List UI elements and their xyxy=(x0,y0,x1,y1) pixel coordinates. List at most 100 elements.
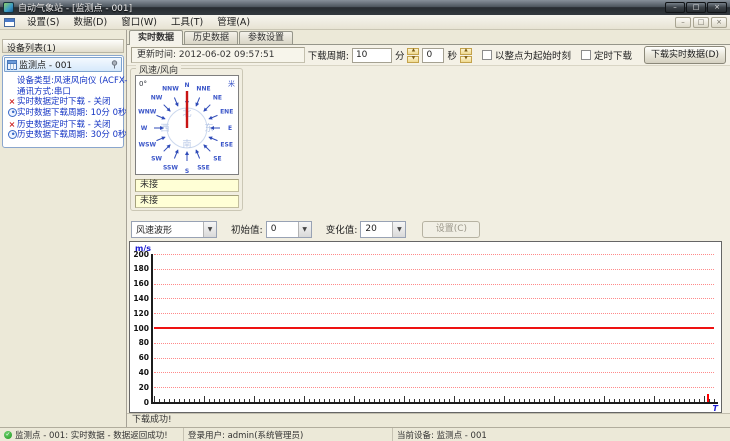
minutes-unit-label: 分 xyxy=(394,51,405,62)
success-check-icon: ✓ xyxy=(4,430,12,439)
x-axis-tick xyxy=(629,399,630,402)
main-area: 实时数据 历史数据 参数设置 更新时间: 2012-06-02 09:57:51… xyxy=(127,30,730,427)
menu-settings[interactable]: 设置(S) xyxy=(20,16,66,29)
maximize-button[interactable]: □ xyxy=(686,2,706,13)
y-axis-tick-label: 20 xyxy=(138,382,149,392)
x-axis-tick xyxy=(644,399,645,402)
y-axis-tick-label: 60 xyxy=(138,353,149,363)
disabled-x-icon: × xyxy=(8,97,16,106)
titlebar: 自动气象站 - [监测点 - 001] – □ × xyxy=(0,0,730,15)
settings-button-disabled: 设置(C) xyxy=(422,220,481,238)
y-axis-tick-label: 80 xyxy=(138,338,149,348)
chart-gridline xyxy=(154,313,714,315)
x-axis-tick xyxy=(499,399,500,402)
scheduled-download-checkbox[interactable]: 定时下载 xyxy=(580,48,632,62)
x-axis-tick xyxy=(544,399,545,402)
x-axis-tick xyxy=(239,399,240,402)
minutes-stepper[interactable]: ▲ ▼ xyxy=(407,47,420,63)
x-axis-tick xyxy=(219,399,220,402)
statusbar: ✓ 监测点 - 001: 实时数据 - 数据返回成功! 登录用户: admin(… xyxy=(0,427,730,441)
x-axis-tick xyxy=(609,399,610,402)
chart-plot-area: m/s T 0 20 40 60 80 100 120 140 160 180 200 xyxy=(130,242,721,413)
scheduled-download-checkbox-box[interactable] xyxy=(580,50,591,60)
device-info-text: 实时数据下载周期: 10分 0秒 xyxy=(17,107,127,118)
device-tree-node[interactable]: 监测点 - 001 xyxy=(4,57,122,72)
mdi-close-button[interactable]: × xyxy=(711,16,727,28)
seconds-down-icon[interactable]: ▼ xyxy=(459,55,472,63)
x-axis-tick xyxy=(439,399,440,402)
minutes-down-icon[interactable]: ▼ xyxy=(407,55,420,63)
seconds-up-icon[interactable]: ▲ xyxy=(459,47,472,55)
x-axis-tick xyxy=(304,396,305,402)
time-axis-label: T xyxy=(712,404,718,413)
x-axis-tick xyxy=(524,399,525,402)
x-axis-tick xyxy=(434,399,435,402)
x-axis-tick xyxy=(444,399,445,402)
x-axis-tick xyxy=(449,399,450,402)
mdi-restore-button[interactable]: □ xyxy=(693,16,709,28)
x-axis-tick xyxy=(424,399,425,402)
minutes-input[interactable]: 10 xyxy=(351,47,392,63)
chevron-down-icon[interactable]: ▼ xyxy=(203,221,216,237)
status-user-section: 登录用户: admin(系统管理员) xyxy=(184,428,393,441)
compass-direction-label: NNW xyxy=(162,85,179,92)
update-time-box: 更新时间: 2012-06-02 09:57:51 xyxy=(131,47,305,63)
initial-value-select[interactable]: 0 ▼ xyxy=(265,220,312,238)
wind-speed-value-field: 未接 xyxy=(135,195,239,208)
x-axis-tick xyxy=(264,399,265,402)
seconds-stepper[interactable]: ▲ ▼ xyxy=(459,47,472,63)
compass-direction-arrow xyxy=(163,144,171,152)
x-axis-tick xyxy=(319,399,320,402)
chevron-down-icon[interactable]: ▼ xyxy=(297,221,311,237)
device-info-text: 历史数据下载周期: 30分 0秒 xyxy=(17,130,127,140)
tab-realtime-data[interactable]: 实时数据 xyxy=(129,30,184,45)
menu-window[interactable]: 窗口(W) xyxy=(114,16,164,29)
tab-history-data[interactable]: 历史数据 xyxy=(184,31,239,44)
x-axis-tick xyxy=(699,399,700,402)
x-axis-tick xyxy=(519,399,520,402)
close-button[interactable]: × xyxy=(707,2,727,13)
x-axis-tick xyxy=(384,399,385,402)
chart-gridline xyxy=(154,342,714,344)
x-axis-tick xyxy=(299,399,300,402)
device-info-text: 实时数据定时下载 - 关闭 xyxy=(17,97,111,107)
waveform-select[interactable]: 风速波形 ▼ xyxy=(131,220,217,238)
x-axis-tick xyxy=(529,399,530,402)
tab-parameter-settings[interactable]: 参数设置 xyxy=(239,31,294,44)
chevron-down-icon[interactable]: ▼ xyxy=(392,221,406,237)
menu-data[interactable]: 数据(D) xyxy=(66,16,114,29)
compass-direction-arrow xyxy=(195,149,201,159)
menu-admin[interactable]: 管理(A) xyxy=(210,16,257,29)
x-axis-tick xyxy=(409,399,410,402)
menu-tools[interactable]: 工具(T) xyxy=(164,16,210,29)
compass-direction-label: ENE xyxy=(220,109,233,116)
logged-in-user-text: 登录用户: admin(系统管理员) xyxy=(188,430,304,441)
clock-icon xyxy=(7,108,17,120)
x-axis-tick xyxy=(279,399,280,402)
x-axis-tick xyxy=(479,399,480,402)
x-axis-tick xyxy=(189,399,190,402)
x-axis-tick xyxy=(619,399,620,402)
download-realtime-button[interactable]: 下载实时数据(D) xyxy=(644,46,726,64)
device-list-header: 设备列表(1) xyxy=(2,39,124,54)
seconds-input[interactable]: 0 xyxy=(422,47,445,63)
compass-cardinal-cn: 南 xyxy=(182,138,191,150)
device-node-icon xyxy=(7,59,17,70)
pin-icon[interactable] xyxy=(110,60,119,69)
minimize-button[interactable]: – xyxy=(665,2,685,13)
hour-align-checkbox[interactable]: 以整点为起始时刻 xyxy=(481,48,571,62)
change-value-select[interactable]: 20 ▼ xyxy=(360,220,407,238)
chart-controls: 风速波形 ▼ 初始值: 0 ▼ 变化值: 20 ▼ 设置(C) xyxy=(131,220,481,238)
device-info-line: × 历史数据定时下载 - 关闭 xyxy=(7,120,121,131)
x-axis-tick xyxy=(589,399,590,402)
x-axis-tick xyxy=(509,399,510,402)
x-axis-tick xyxy=(204,396,205,402)
x-axis-tick xyxy=(664,399,665,402)
x-axis-tick xyxy=(559,399,560,402)
mdi-minimize-button[interactable]: – xyxy=(675,16,691,28)
hour-align-checkbox-box[interactable] xyxy=(481,50,492,60)
minutes-up-icon[interactable]: ▲ xyxy=(407,47,420,55)
compass-corner-glyph: 米 xyxy=(228,79,235,88)
x-axis-tick xyxy=(389,399,390,402)
compass-direction-label: SSW xyxy=(163,165,178,172)
